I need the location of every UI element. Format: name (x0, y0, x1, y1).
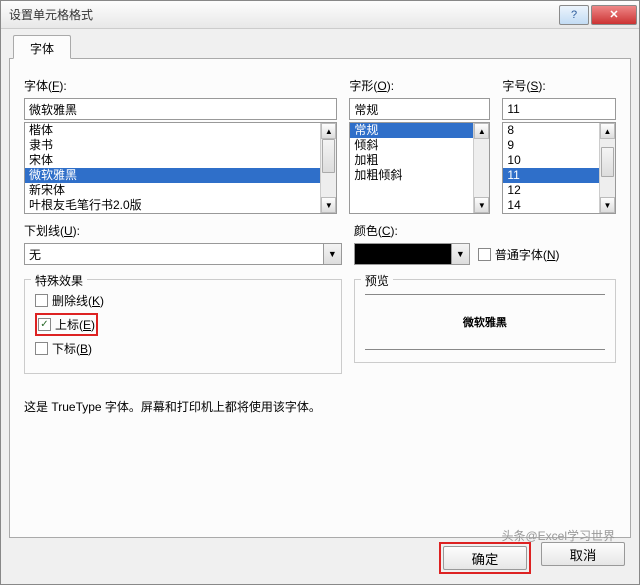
font-listbox[interactable]: 楷体 隶书 宋体 微软雅黑 新宋体 叶根友毛笔行书2.0版 ▲ ▼ (24, 122, 337, 214)
highlight-box: 确定 (439, 542, 531, 574)
highlight-box: 上标(E) (35, 313, 98, 336)
dialog-footer: 确定 取消 (439, 542, 625, 574)
strikethrough-checkbox[interactable]: 删除线(K) (35, 292, 331, 309)
list-item[interactable]: 加粗倾斜 (350, 168, 489, 183)
titlebar: 设置单元格格式 ? ✕ (1, 1, 639, 29)
scroll-up-icon[interactable]: ▲ (321, 123, 336, 139)
scrollbar[interactable]: ▲ ▼ (320, 123, 336, 213)
list-item[interactable]: 隶书 (25, 138, 336, 153)
preview-legend: 预览 (361, 272, 393, 289)
style-listbox[interactable]: 常规 倾斜 加粗 加粗倾斜 ▲ ▼ (349, 122, 490, 214)
underline-value: 无 (24, 243, 324, 265)
chevron-down-icon[interactable]: ▼ (452, 243, 470, 265)
underline-combo[interactable]: 无 ▼ (24, 243, 342, 265)
size-label: 字号(S): (502, 77, 616, 94)
color-combo[interactable]: ▼ (354, 243, 470, 265)
help-button[interactable]: ? (559, 5, 589, 25)
color-label: 颜色(C): (354, 222, 616, 239)
dialog-window: 设置单元格格式 ? ✕ 字体 字体(F): 楷体 隶书 宋体 (0, 0, 640, 585)
size-listbox[interactable]: 8 9 10 11 12 14 ▲ ▼ (502, 122, 616, 214)
scroll-up-icon[interactable]: ▲ (474, 123, 489, 139)
superscript-checkbox[interactable]: 上标(E) (38, 316, 95, 333)
checkbox-icon (478, 248, 491, 261)
list-item[interactable]: 叶根友毛笔行书2.0版 (25, 198, 336, 213)
scroll-down-icon[interactable]: ▼ (474, 197, 489, 213)
list-item[interactable]: 倾斜 (350, 138, 489, 153)
underline-label: 下划线(U): (24, 222, 342, 239)
style-label: 字形(O): (349, 77, 490, 94)
window-title: 设置单元格格式 (9, 6, 557, 23)
ok-button[interactable]: 确定 (443, 546, 527, 570)
color-swatch (354, 243, 452, 265)
list-item[interactable]: 常规 (350, 123, 489, 138)
size-input[interactable] (502, 98, 616, 120)
checkbox-icon (35, 342, 48, 355)
font-label: 字体(F): (24, 77, 337, 94)
client-area: 字体 字体(F): 楷体 隶书 宋体 微软雅黑 新宋体 (1, 29, 639, 584)
style-input[interactable] (349, 98, 490, 120)
list-item[interactable]: 宋体 (25, 153, 336, 168)
tab-panel: 字体(F): 楷体 隶书 宋体 微软雅黑 新宋体 叶根友毛笔行书2.0版 (9, 58, 631, 538)
checkbox-icon (38, 318, 51, 331)
checkbox-icon (35, 294, 48, 307)
close-button[interactable]: ✕ (591, 5, 637, 25)
cancel-button[interactable]: 取消 (541, 542, 625, 566)
scrollbar[interactable]: ▲ ▼ (599, 123, 615, 213)
font-description: 这是 TrueType 字体。屏幕和打印机上都将使用该字体。 (24, 398, 616, 415)
scrollbar[interactable]: ▲ ▼ (473, 123, 489, 213)
subscript-checkbox[interactable]: 下标(B) (35, 340, 331, 357)
list-item[interactable]: 楷体 (25, 123, 336, 138)
effects-legend: 特殊效果 (31, 272, 87, 289)
preview-group: 预览 微软雅黑 (354, 279, 616, 363)
list-item[interactable]: 微软雅黑 (25, 168, 336, 183)
tab-font[interactable]: 字体 (13, 35, 71, 59)
font-input[interactable] (24, 98, 337, 120)
scroll-up-icon[interactable]: ▲ (600, 123, 615, 139)
scroll-down-icon[interactable]: ▼ (600, 197, 615, 213)
scroll-down-icon[interactable]: ▼ (321, 197, 336, 213)
normal-font-checkbox[interactable]: 普通字体(N) (478, 246, 560, 263)
list-item[interactable]: 加粗 (350, 153, 489, 168)
effects-group: 特殊效果 删除线(K) 上标(E) (24, 279, 342, 374)
chevron-down-icon[interactable]: ▼ (324, 243, 342, 265)
list-item[interactable]: 新宋体 (25, 183, 336, 198)
preview-sample: 微软雅黑 (365, 294, 605, 350)
window-buttons: ? ✕ (557, 5, 637, 25)
